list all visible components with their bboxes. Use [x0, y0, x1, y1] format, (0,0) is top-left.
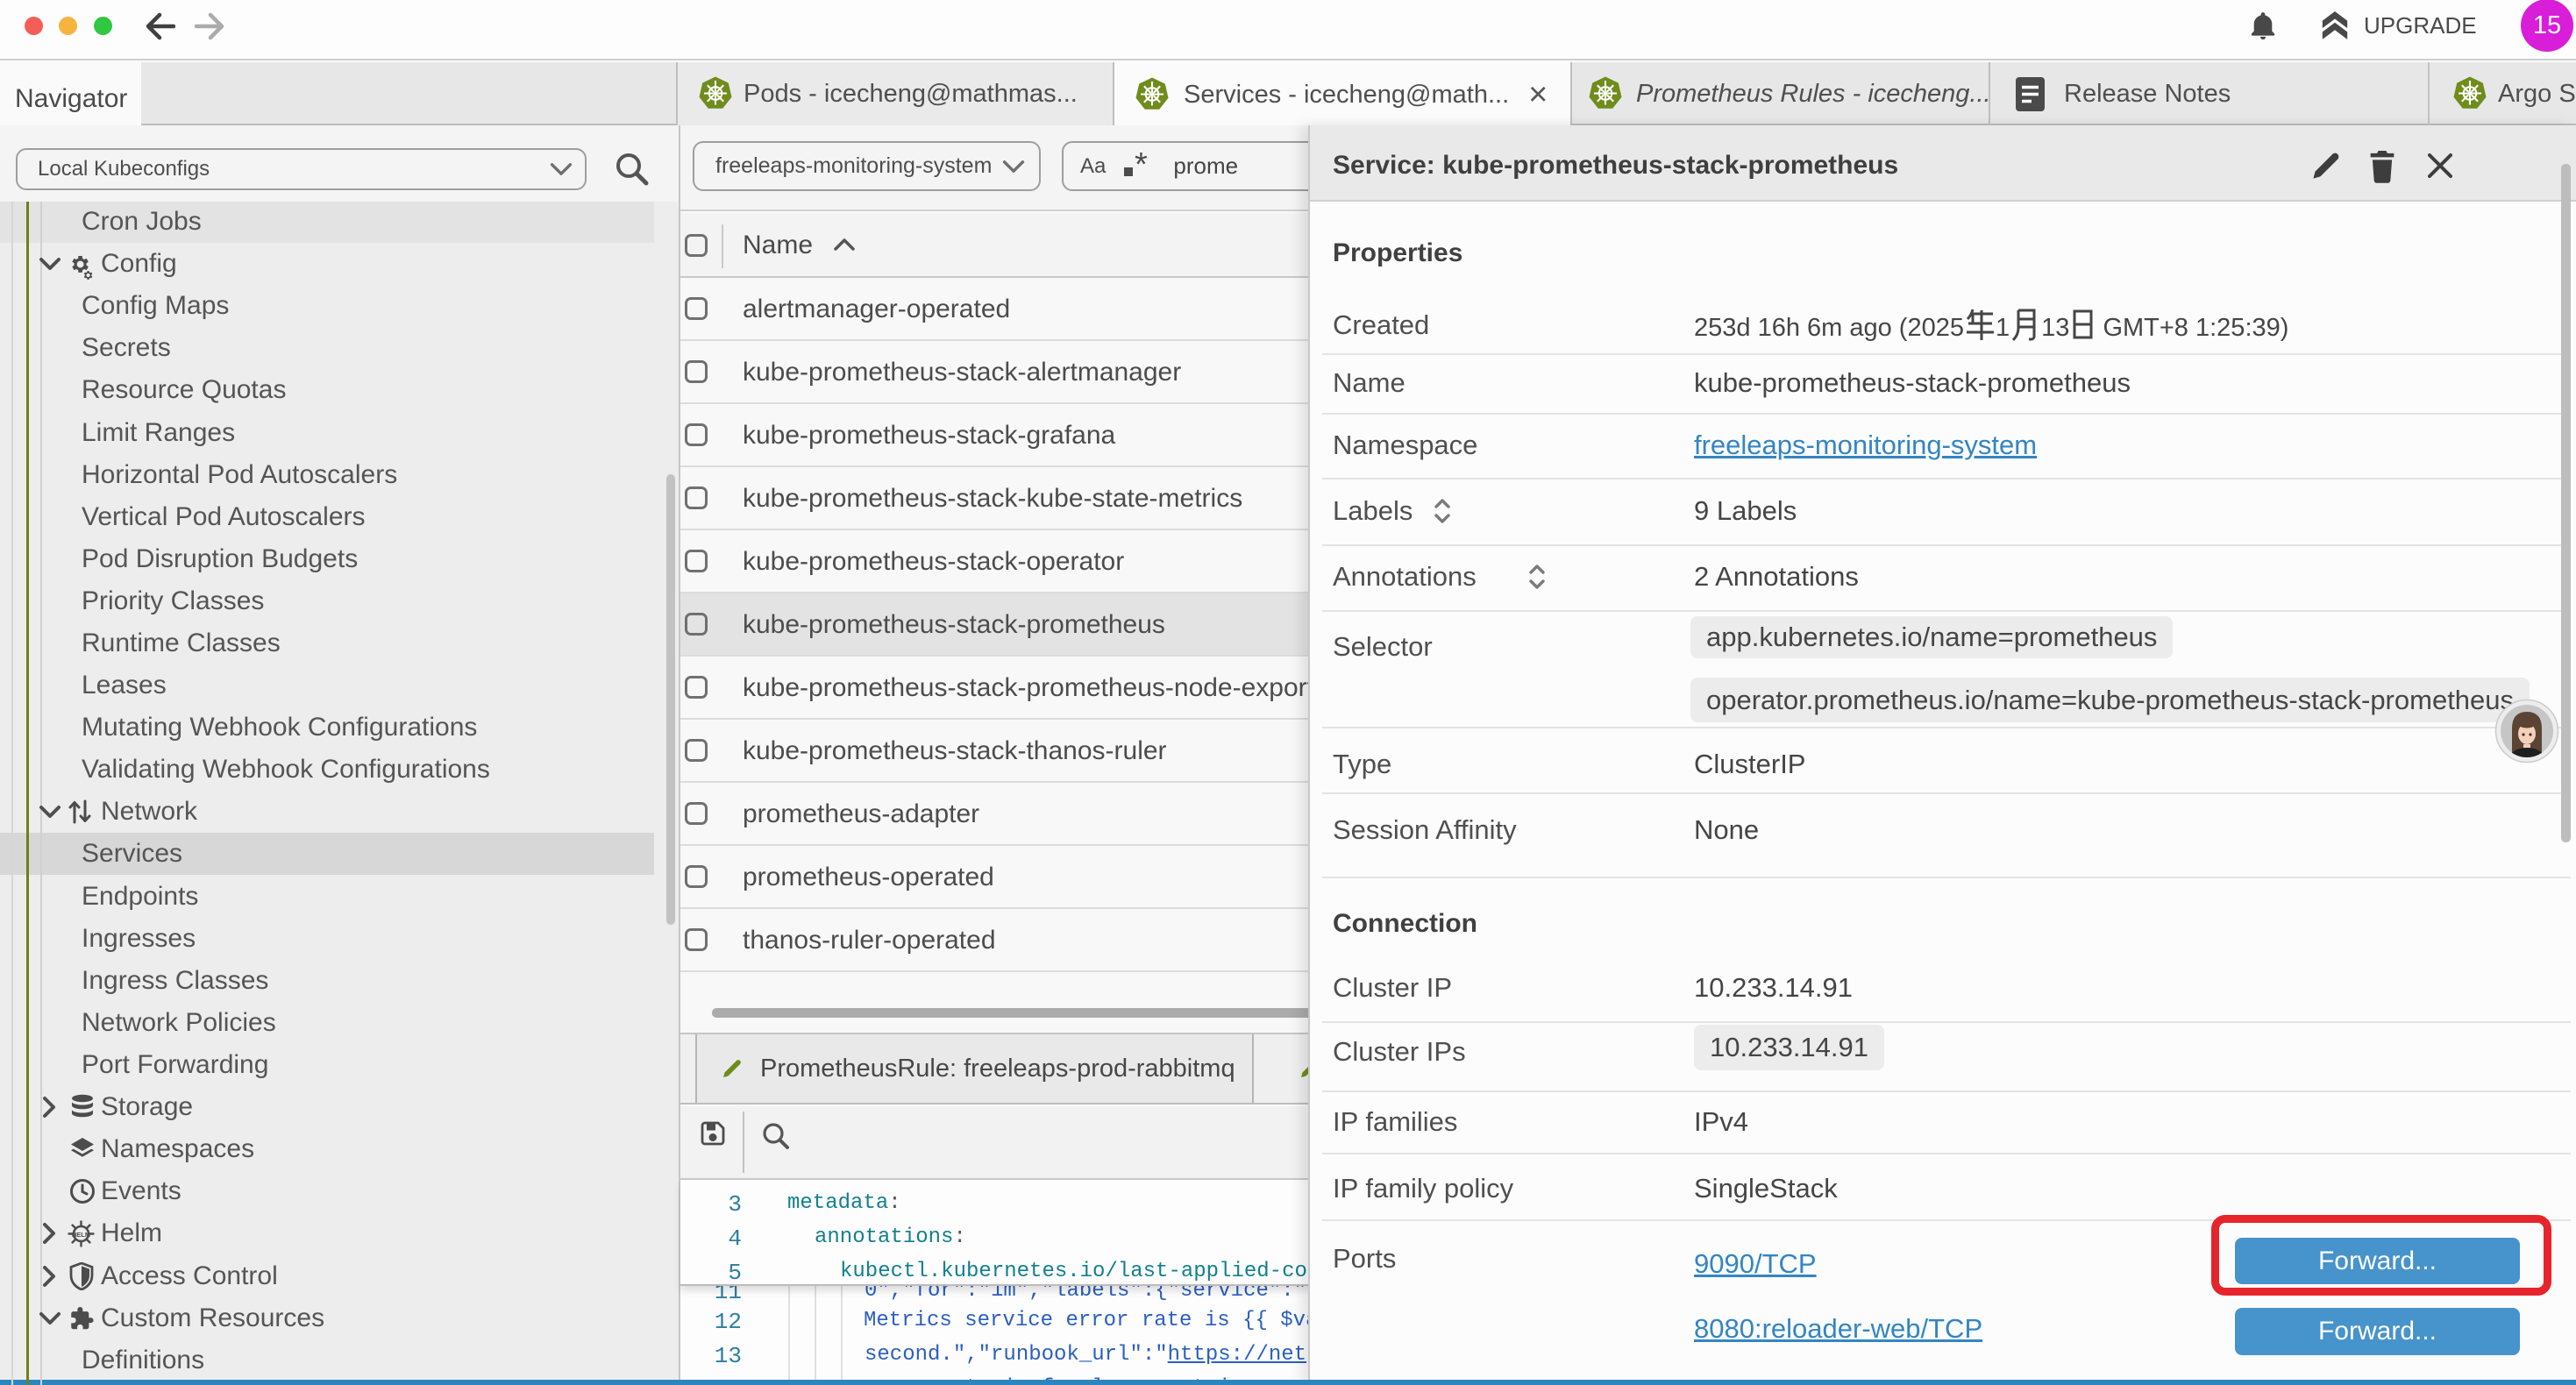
svg-text:*: *	[1135, 149, 1148, 179]
svg-text:HELM: HELM	[72, 1231, 90, 1239]
